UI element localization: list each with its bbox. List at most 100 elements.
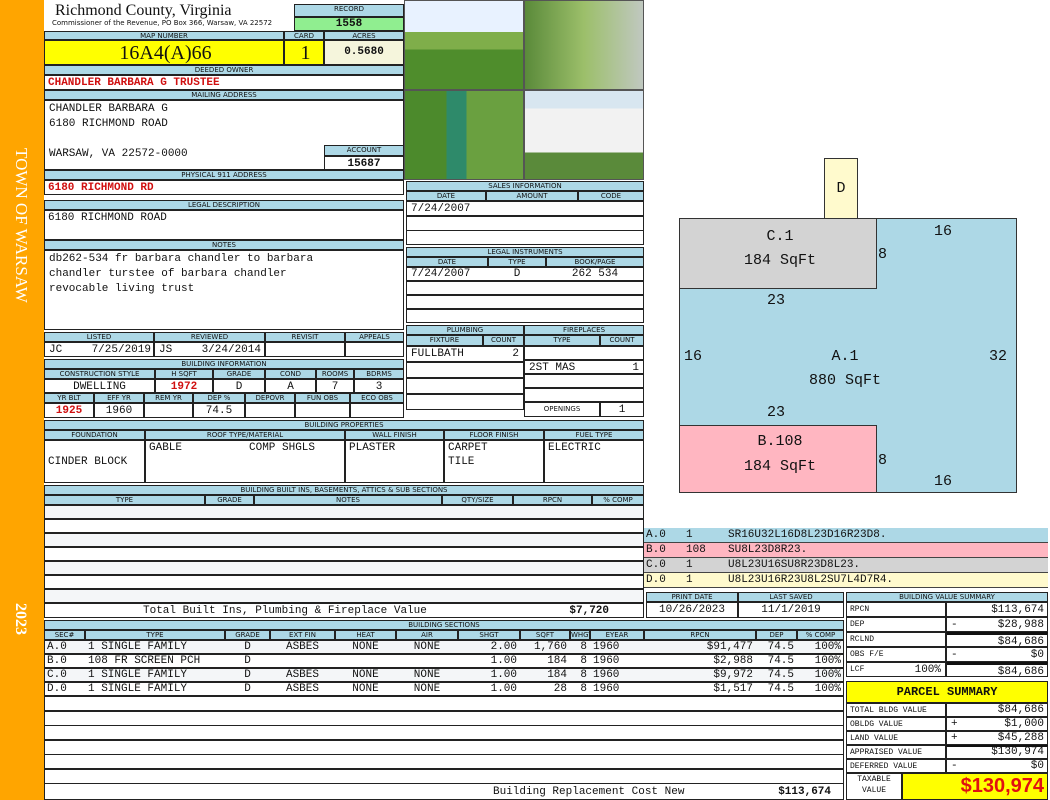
section-cell: 8 [580,655,587,667]
acres-label: ACRES [324,31,404,40]
properties-col: FUEL TYPE [544,430,644,440]
floor-finish-value: TILE [448,456,475,468]
sales-date: 7/24/2007 [411,203,471,215]
built-ins-col: TYPE [44,495,205,505]
sketch-dim: 16 [684,348,703,365]
property-photo-1[interactable] [404,0,524,90]
building-info-col: EFF YR [94,393,144,403]
mailing-address-label: MAILING ADDRESS [44,90,404,100]
sketch-legend-row[interactable]: C.0 1 U8L23U16SU8R23D8L23. [644,558,1048,573]
legend-path: U8L23U16SU8R23D8L23. [728,559,861,571]
card-label: CARD [284,31,324,40]
value-summary-pct: 100% [914,664,941,676]
property-photo-3[interactable] [404,90,524,180]
sales-row [406,215,644,231]
sales-info-label: SALES INFORMATION [406,181,644,191]
section-cell: NONE [352,669,379,681]
section-cell: 1.00 [490,683,517,695]
section-empty-row [44,696,844,711]
sketch-label: 880 SqFt [808,372,881,389]
value-summary-row-label: RPCN [846,602,946,617]
building-info-label: BUILDING INFORMATION [44,359,404,369]
parcel-summary-sign: + [951,732,958,744]
print-date-label: PRINT DATE [646,592,738,602]
map-number-value: 16A4(A)66 [44,40,284,65]
deeded-owner-label: DEEDED OWNER [44,65,404,75]
instruments-row [406,281,644,295]
review-col-header: REVISIT [265,332,345,342]
year-label: 2023 [12,603,29,635]
value-summary-row-label: RCLND [846,632,946,647]
section-cell: D.0 [47,683,67,695]
section-cell: 1.00 [490,655,517,667]
building-info-col: GRADE [213,369,265,379]
built-ins-row [44,505,644,519]
parcel-summary-label: PARCEL SUMMARY [846,681,1048,703]
reviewed-date: 3/24/2014 [201,344,261,356]
section-cell: 100% [814,683,841,695]
property-photo-4[interactable] [524,90,644,180]
properties-col: FOUNDATION [44,430,145,440]
plumbing-fixture: FULLBATH [411,348,464,360]
review-col-header: APPEALS [345,332,404,342]
instrument-date: 7/24/2007 [411,268,471,280]
replacement-cost-value: $113,674 [778,786,831,798]
section-cell: 184 [547,655,567,667]
building-info-value: 1925 [44,403,94,418]
legend-path: SR16U32L16D8L23D16R23D8. [728,529,887,541]
sections-col-header: SEC# [44,630,85,640]
legal-description-label: LEGAL DESCRIPTION [44,200,404,210]
value-summary-label: BUILDING VALUE SUMMARY [846,592,1048,602]
section-cell: 1 SINGLE FAMILY [88,641,188,653]
sketch-dim: 23 [767,292,786,309]
legend-sec: D.0 [646,574,666,586]
section-cell: 100% [814,641,841,653]
built-ins-row [44,561,644,575]
instruments-row [406,309,644,323]
legend-path: SU8L23D8R23. [728,544,808,556]
sketch-legend-row[interactable]: B.0 108 SU8L23D8R23. [644,543,1048,558]
section-cell [270,654,335,668]
fireplace-col: COUNT [600,335,644,346]
value-summary-sign: - [951,649,958,661]
building-info-col: BDRMS [354,369,404,379]
property-photo-2[interactable] [524,0,644,90]
sales-col-header: CODE [578,191,644,201]
building-info-col: REM YR [144,393,193,403]
building-info-col: CONSTRUCTION STYLE [44,369,155,379]
record-number: 1558 [294,17,404,31]
legal-instruments-label: LEGAL INSTRUMENTS [406,247,644,257]
value-summary-row-value: $84,686 [946,662,1048,677]
sketch-legend-row[interactable]: A.0 1 SR16U32L16D8L23D16R23D8. [644,528,1048,543]
building-info-value [245,403,295,418]
section-empty-row [44,725,844,740]
sidebar: TOWN OF WARSAW 2023 [0,0,44,800]
building-info-col: ROOMS [316,369,354,379]
deeded-owner-value: CHANDLER BARBARA G TRUSTEE [44,75,404,90]
sales-col-header: AMOUNT [486,191,578,201]
sketch-legend-row[interactable]: D.0 1 U8L23U16R23U8L2SU7L4D7R4. [644,573,1048,588]
building-sections-label: BUILDING SECTIONS [44,620,844,630]
reviewed-by: JS [159,344,173,356]
sections-col-header: % COMP [797,630,844,640]
legal-description-value: 6180 RICHMOND ROAD [44,210,404,240]
fireplaces-label: FIREPLACES [524,325,644,335]
sections-col-header: GRADE [225,630,270,640]
section-cell: 1960 [593,641,620,653]
sections-col-header: EXT FIN [270,630,335,640]
built-ins-row [44,589,644,603]
openings-value: 1 [600,402,644,417]
building-info-value: A [265,379,316,393]
building-info-col: H SQFT [155,369,213,379]
notes-line: revocable living trust [49,283,195,295]
built-ins-total-label: Total Built Ins, Plumbing & Fireplace Va… [143,605,427,617]
sketch-dim: 23 [767,404,786,421]
building-info-value: D [213,379,265,393]
built-ins-col: % COMP [592,495,644,505]
section-cell [335,654,396,668]
section-cell [396,654,458,668]
section-cell: 1960 [593,669,620,681]
parcel-summary-row-value: $84,686 [946,703,1048,717]
mailing-line: 6180 RICHMOND ROAD [49,118,168,130]
roof-type-value: GABLE [149,442,183,454]
